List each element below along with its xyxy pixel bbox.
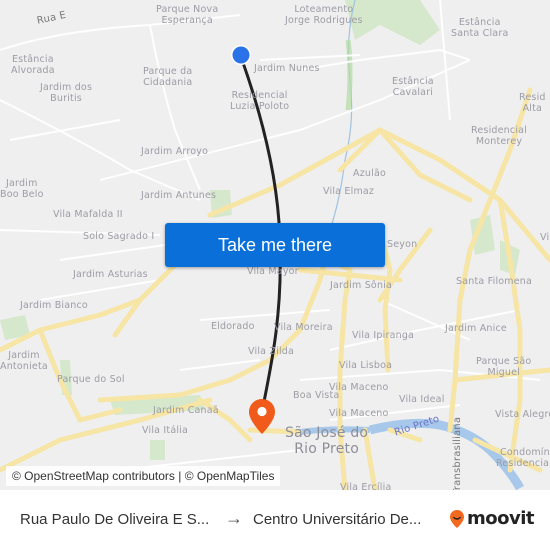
map-label: Residencial Luzia Poloto — [230, 90, 290, 112]
origin-dot-icon — [231, 45, 251, 65]
map-label: Vi — [540, 232, 550, 243]
brand-wordmark: moovit — [467, 508, 535, 529]
map-label: Vila Mafalda II — [53, 209, 123, 220]
map-label: Estância Cavalari — [392, 76, 434, 98]
map-label: Vila Itália — [142, 425, 189, 436]
map-label: CondomínioResidencial D — [496, 447, 550, 469]
origin-marker[interactable] — [230, 44, 252, 70]
map-label: Parque São Miguel — [476, 356, 532, 378]
map-label: Resid Alta — [519, 92, 546, 114]
map-label: Jardim dos Buritis — [40, 82, 93, 104]
map-label: Vila Maceno — [329, 408, 389, 419]
origin-name: Rua Paulo De Oliveira E S... — [20, 511, 210, 528]
map-label: Jardim Sônia — [330, 280, 393, 291]
map-label: Vila Ideal — [399, 394, 445, 405]
destination-pin-icon — [249, 399, 275, 434]
arrow-right-icon: → — [225, 508, 243, 528]
map-label: Parque Nova Esperança — [156, 4, 219, 26]
map[interactable]: Rua E Parque Nova Esperança Loteamento Jorge… — [0, 0, 550, 490]
map-label: Loteamento Jorge Rodrigues — [285, 4, 363, 26]
map-label: Vila Zilda — [248, 346, 295, 357]
map-label: Estância Santa Clara — [451, 17, 509, 39]
moovit-logo[interactable]: moovit — [449, 508, 535, 529]
map-label: Vista Alegre — [495, 409, 550, 420]
map-attribution[interactable]: © OpenStreetMap contributors | © OpenMap… — [6, 466, 281, 486]
map-label: Vila Lisboa — [339, 360, 393, 371]
map-label: Vila Mayor — [247, 266, 299, 277]
map-label: Transbrasiliana — [452, 416, 463, 490]
map-label: Jardim Asturias — [73, 269, 148, 280]
map-label: Vila Moreira — [274, 322, 333, 333]
map-label: Jardim Canaã — [153, 405, 219, 416]
map-label: Vila Ercília — [340, 482, 392, 490]
moovit-pin-icon — [450, 509, 464, 528]
map-label: Azulão — [353, 168, 386, 179]
map-label: Solo Sagrado I — [83, 231, 155, 242]
map-label: Parque da Cidadania — [143, 66, 193, 88]
map-label: Vila Maceno — [329, 382, 389, 393]
map-label: Residencial Monterey — [471, 125, 528, 147]
map-label: Jardim Nunes — [254, 63, 320, 74]
map-label: Vila Elmaz — [323, 186, 375, 197]
destination-marker[interactable] — [248, 398, 276, 440]
map-label: Eldorado — [211, 321, 255, 332]
map-label: São José do Rio Preto — [285, 425, 369, 457]
map-label: Jardim Antonieta — [0, 350, 48, 372]
map-label: Jardim Anice — [445, 323, 507, 334]
map-label: Santa Filomena — [456, 276, 533, 287]
map-label: Jardim Bianco — [20, 300, 88, 311]
take-me-there-button[interactable]: Take me there — [165, 223, 385, 267]
map-label: Jardim Boo Belo — [0, 178, 44, 200]
map-label: Estância Alvorada — [11, 54, 55, 76]
map-label: Jardim Arroyo — [141, 146, 209, 157]
map-label: Jardim Antunes — [141, 190, 217, 201]
route-footer: Rua Paulo De Oliveira E S... → Centro Un… — [0, 490, 550, 550]
map-label: Vila Ipiranga — [352, 330, 415, 341]
map-label: Parque do Sol — [57, 374, 125, 385]
map-label: Seyon — [387, 239, 418, 250]
destination-name: Centro Universitário De... — [253, 511, 422, 528]
